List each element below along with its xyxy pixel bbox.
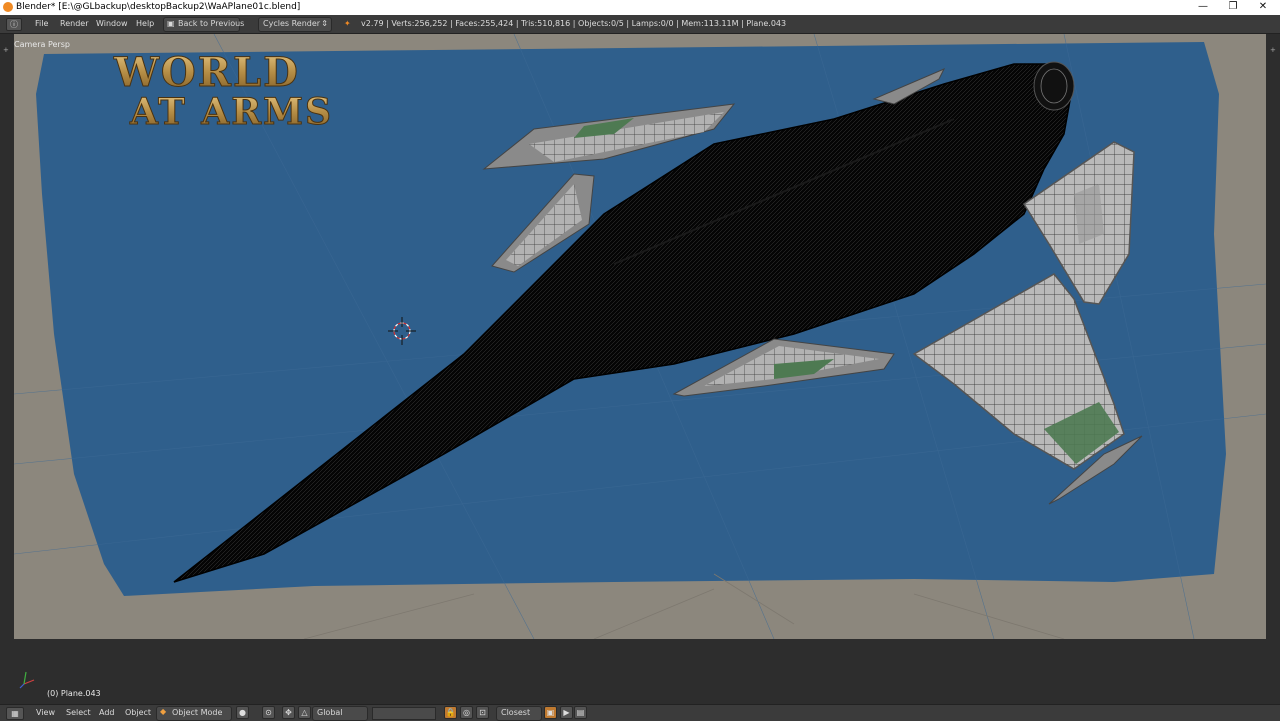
render-animation-icon[interactable]: ▶ bbox=[560, 706, 573, 719]
object-mode-icon: ◆ bbox=[160, 707, 167, 716]
dropdown-arrows-icon: ⇕ bbox=[321, 19, 328, 28]
logo-line1: WORLD bbox=[113, 49, 300, 96]
mode-select[interactable]: ◆ Object Mode bbox=[156, 706, 232, 721]
active-object-label: (0) Plane.043 bbox=[47, 689, 101, 698]
render-settings-icon[interactable]: ▤ bbox=[574, 706, 587, 719]
snap-icon[interactable]: ⊡ bbox=[476, 706, 489, 719]
screen-icon: ▣ bbox=[167, 19, 175, 28]
logo-line2: AT ARMS bbox=[129, 91, 333, 128]
expand-properties-icon[interactable]: + bbox=[1270, 46, 1276, 54]
menu-window[interactable]: Window bbox=[96, 19, 128, 28]
back-to-previous-label: Back to Previous bbox=[178, 19, 245, 28]
menu-view[interactable]: View bbox=[36, 708, 55, 717]
back-to-previous-button[interactable]: ▣ Back to Previous bbox=[163, 17, 244, 32]
orientation-label: Global bbox=[317, 708, 343, 717]
snap-element-label: Closest bbox=[501, 708, 531, 717]
window-title-bar: Blender* [E:\@GLbackup\desktopBackup2\Wa… bbox=[0, 0, 1280, 15]
3d-viewport[interactable]: WORLD AT ARMS Camera Persp bbox=[14, 34, 1266, 639]
menu-select[interactable]: Select bbox=[66, 708, 91, 717]
logo-graphic: WORLD AT ARMS bbox=[113, 49, 333, 134]
transform-orientation-icon[interactable]: △ bbox=[298, 706, 311, 719]
blender-logo-icon bbox=[3, 2, 13, 12]
opengl-render-icon[interactable]: ▣ bbox=[544, 706, 557, 719]
layers-grid[interactable] bbox=[372, 707, 436, 720]
maximize-button[interactable]: ❐ bbox=[1218, 0, 1248, 15]
minimize-button[interactable]: — bbox=[1188, 0, 1218, 15]
info-editor-type-icon[interactable]: ⓘ bbox=[6, 18, 22, 31]
close-button[interactable]: ✕ bbox=[1248, 0, 1278, 15]
menu-add[interactable]: Add bbox=[99, 708, 115, 717]
window-title: Blender* [E:\@GLbackup\desktopBackup2\Wa… bbox=[16, 2, 301, 12]
lock-camera-icon[interactable]: 🔒 bbox=[444, 706, 457, 719]
pivot-point-icon[interactable]: ⊙ bbox=[262, 706, 275, 719]
menu-object[interactable]: Object bbox=[125, 708, 151, 717]
viewport-lower-panel bbox=[0, 639, 1280, 704]
view-label: Camera Persp bbox=[14, 40, 70, 49]
3d-view-header: ▦ View Select Add Object ◆ Object Mode ●… bbox=[0, 704, 1280, 721]
snap-element-select[interactable]: Closest bbox=[496, 706, 542, 721]
menu-help[interactable]: Help bbox=[136, 19, 154, 28]
left-region-strip: + bbox=[0, 34, 14, 639]
editor-type-icon[interactable]: ▦ bbox=[6, 707, 24, 720]
render-engine-select[interactable]: Cycles Render ⇕ bbox=[258, 17, 332, 32]
manipulator-icon[interactable]: ✥ bbox=[282, 706, 295, 719]
axis-gizmo bbox=[19, 671, 35, 689]
render-engine-label: Cycles Render bbox=[263, 19, 321, 28]
right-region-strip: + bbox=[1266, 34, 1280, 639]
mode-label: Object Mode bbox=[172, 708, 223, 717]
menu-file[interactable]: File bbox=[35, 19, 48, 28]
menu-render[interactable]: Render bbox=[60, 19, 88, 28]
info-header: ⓘ File Render Window Help ▣ Back to Prev… bbox=[0, 15, 1280, 34]
world-at-arms-logo: WORLD AT ARMS bbox=[112, 48, 382, 134]
blender-version-icon: ✦ bbox=[344, 19, 351, 28]
proportional-edit-icon[interactable]: ◎ bbox=[460, 706, 473, 719]
viewport-shading-icon[interactable]: ● bbox=[236, 706, 249, 719]
orientation-select[interactable]: Global bbox=[312, 706, 368, 721]
expand-toolbar-icon[interactable]: + bbox=[3, 46, 9, 54]
scene-stats: v2.79 | Verts:256,252 | Faces:255,424 | … bbox=[361, 19, 787, 28]
